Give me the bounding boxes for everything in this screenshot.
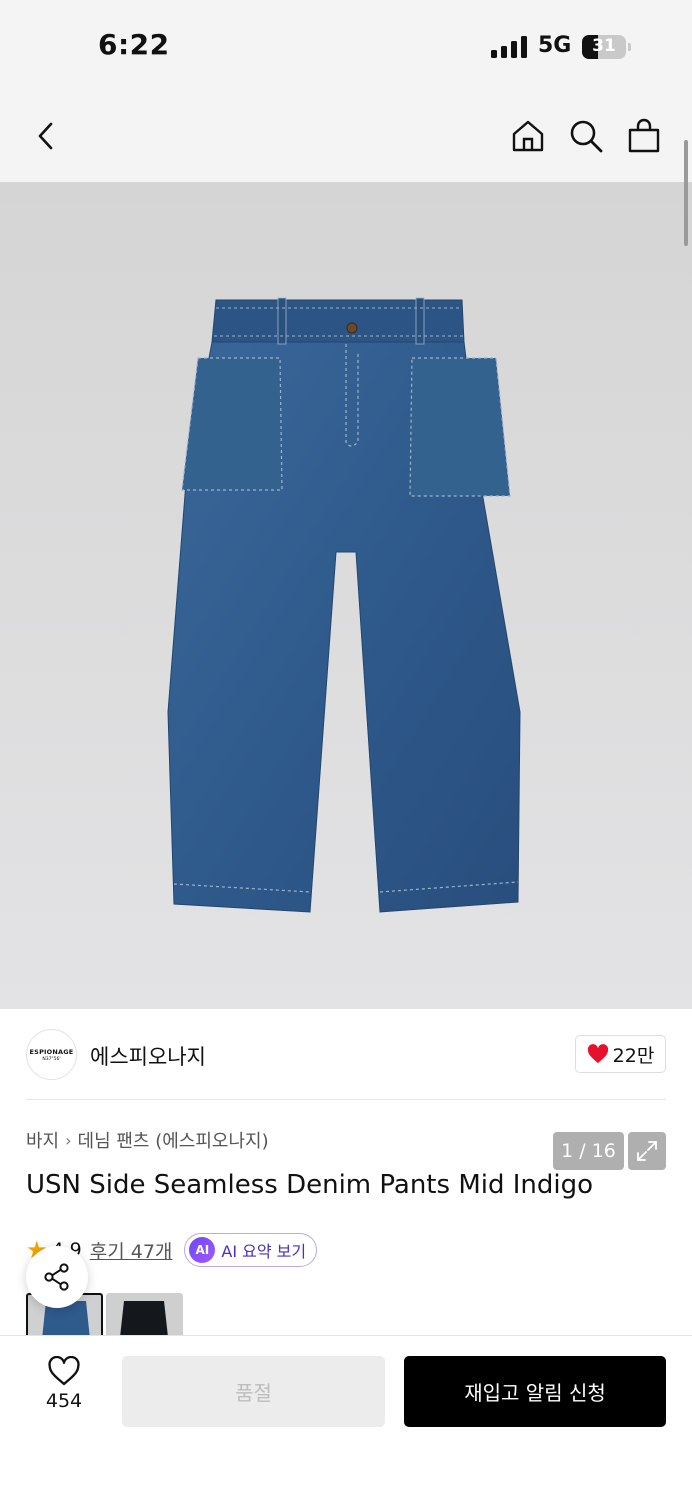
product-image [167, 297, 521, 913]
product-image-gallery[interactable]: 1 / 16 [0, 182, 692, 1170]
expand-button[interactable] [628, 1132, 666, 1170]
brand-like-count: 22만 [612, 1044, 655, 1067]
divider [26, 1099, 666, 1100]
brand-logo-text: ESPIONAGE [29, 1047, 74, 1056]
breadcrumb: 바지 › 데님 팬츠 (에스피오나지) [26, 1127, 269, 1153]
wishlist-button[interactable]: 454 [26, 1356, 102, 1428]
back-button[interactable] [26, 114, 66, 158]
network-label: 5G [538, 33, 572, 58]
status-bar: 6:22 5G 31 [0, 0, 692, 92]
heart-outline-icon [48, 1356, 80, 1386]
battery-cap [628, 43, 631, 51]
product-title: USN Side Seamless Denim Pants Mid Indigo [26, 1170, 594, 1200]
top-nav [0, 92, 692, 182]
soldout-button: 품절 [122, 1356, 385, 1427]
share-button[interactable] [26, 1246, 88, 1308]
cart-button[interactable] [624, 114, 664, 158]
chevron-left-icon [38, 122, 53, 150]
brand-logo-subtext: N37°56' [42, 1056, 61, 1062]
ai-badge-icon: AI [189, 1237, 216, 1263]
scrollbar[interactable] [684, 140, 688, 246]
breadcrumb-subcategory[interactable]: 데님 팬츠 (에스피오나지) [78, 1127, 269, 1153]
brand-logo[interactable]: ESPIONAGE N37°56' [26, 1029, 77, 1080]
brand-like-button[interactable]: 22만 [575, 1035, 666, 1073]
brand-name[interactable]: 에스피오나지 [90, 1041, 206, 1071]
battery-icon: 31 [582, 35, 626, 59]
share-icon [44, 1263, 69, 1291]
shopping-bag-icon [628, 118, 660, 153]
swatch-image [120, 1301, 168, 1337]
heart-filled-icon [587, 1044, 608, 1064]
signal-icon [491, 36, 527, 58]
home-icon [512, 120, 544, 152]
expand-icon [637, 1141, 657, 1161]
reviews-link[interactable]: 후기 47개 [90, 1237, 173, 1264]
ai-summary-label: AI 요약 보기 [221, 1242, 307, 1261]
wishlist-count: 454 [45, 1390, 83, 1412]
status-time: 6:22 [98, 28, 170, 61]
search-icon [570, 120, 603, 153]
chevron-right-icon: › [65, 1130, 72, 1150]
color-swatch-black[interactable] [106, 1293, 183, 1337]
brand-row: ESPIONAGE N37°56' 에스피오나지 22만 [0, 1009, 692, 1101]
image-counter: 1 / 16 [553, 1132, 624, 1170]
home-button[interactable] [508, 114, 548, 158]
restock-alert-button[interactable]: 재입고 알림 신청 [404, 1356, 666, 1427]
bottom-action-bar: 454 품절 재입고 알림 신청 [0, 1335, 692, 1500]
breadcrumb-category[interactable]: 바지 [26, 1127, 59, 1153]
search-button[interactable] [566, 114, 606, 158]
ai-summary-button[interactable]: AI AI 요약 보기 [184, 1233, 318, 1267]
battery-level: 31 [592, 36, 616, 56]
